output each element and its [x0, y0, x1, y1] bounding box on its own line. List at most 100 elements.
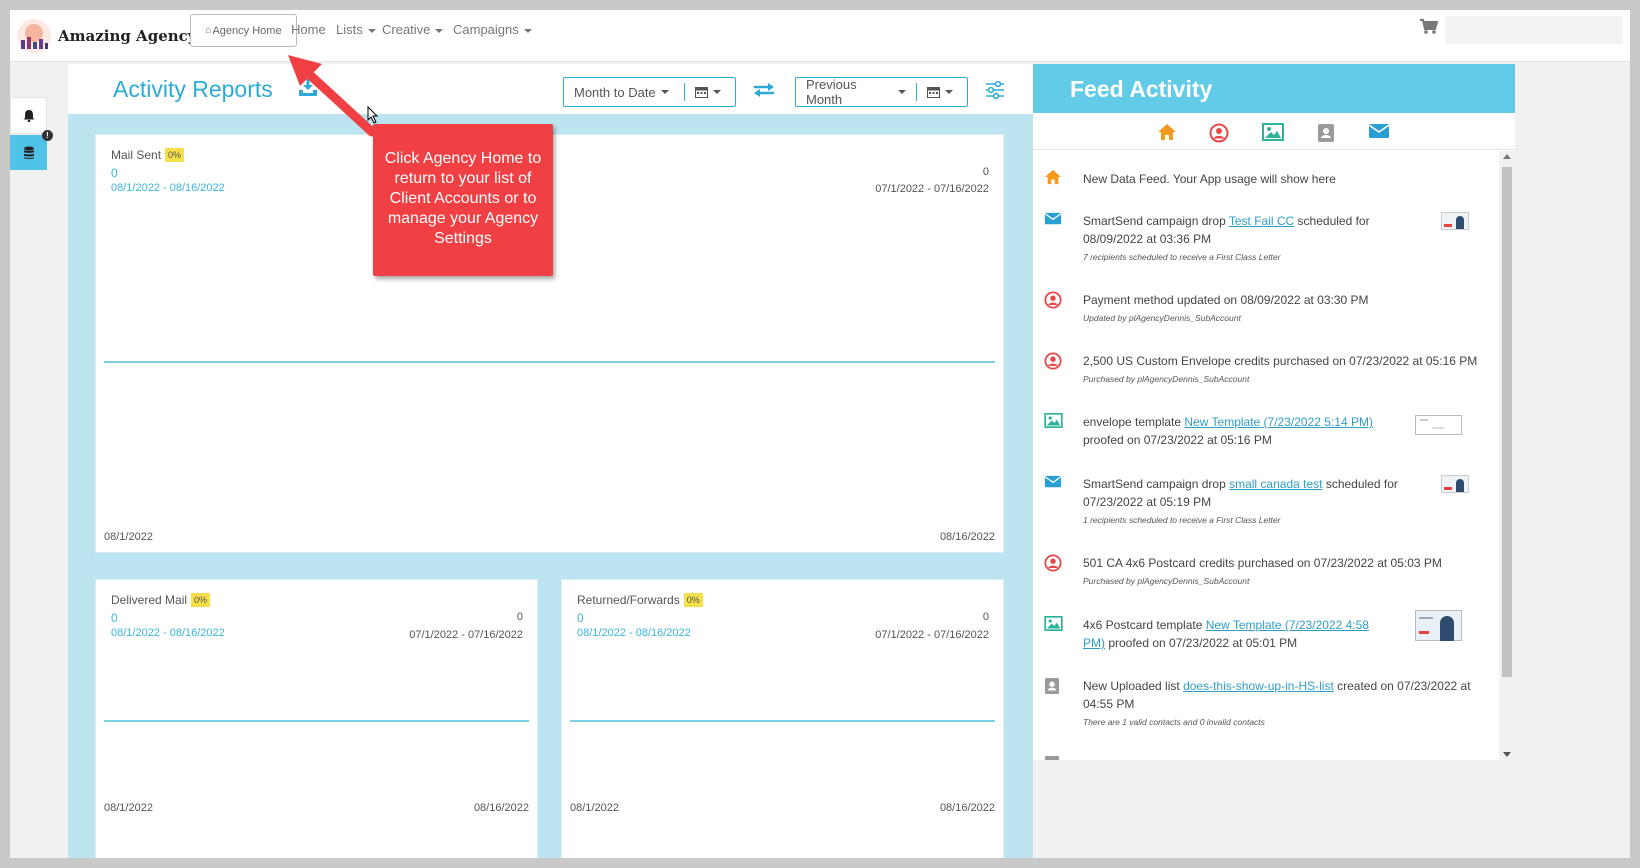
bell-icon [23, 110, 34, 122]
feed-text: SmartSend campaign drop small canada tes… [1083, 475, 1428, 527]
home-icon[interactable] [1157, 123, 1177, 146]
chevron-down-icon [898, 90, 906, 94]
feed-header: Feed Activity [1033, 64, 1515, 113]
previous-value: 0 [516, 611, 523, 623]
image-icon[interactable] [1262, 123, 1284, 146]
feed-message-suffix: proofed on 07/23/2022 at 05:16 PM [1083, 433, 1272, 447]
feed-text: 4x6 Postcard template New Template (7/23… [1083, 616, 1373, 652]
feed-scrollbar[interactable] [1499, 151, 1515, 760]
postcard-thumbnail[interactable] [1415, 610, 1462, 641]
contact-icon[interactable] [1317, 123, 1335, 148]
card-label: Returned/Forwards 0% [577, 593, 703, 607]
calendar-icon[interactable] [685, 86, 731, 98]
thumbnail-person [1456, 216, 1464, 229]
settings-sliders-icon[interactable] [985, 80, 1005, 104]
calendar-icon[interactable] [917, 86, 963, 98]
feed-subtext: There are 1 valid contacts and 0 invalid… [1083, 717, 1265, 727]
campaign-link[interactable]: small canada test [1229, 477, 1322, 491]
page-title: Activity Reports [113, 76, 273, 102]
envelope-thumbnail[interactable] [1415, 415, 1462, 435]
current-value: 0 [577, 611, 584, 625]
previous-value: 0 [982, 611, 989, 623]
nav-home[interactable]: Home [291, 22, 326, 37]
template-link[interactable]: New Template (7/23/2022 5:14 PM) [1184, 415, 1373, 429]
thumbnail-mark [1432, 427, 1444, 429]
nav-campaigns-label: Campaigns [453, 22, 519, 37]
feed-title: Feed Activity [1070, 76, 1213, 102]
letter-thumbnail[interactable] [1441, 212, 1469, 230]
letter-thumbnail[interactable] [1441, 475, 1469, 493]
thumbnail-mark [1420, 419, 1428, 421]
axis-end-label: 08/16/2022 [939, 802, 995, 814]
percent-badge: 0% [165, 148, 185, 162]
nav-lists-label: Lists [336, 22, 363, 37]
feed-message: 4x6 Postcard template [1083, 618, 1206, 632]
nav-creative[interactable]: Creative [382, 22, 444, 37]
contact-icon [1044, 755, 1060, 760]
brand[interactable]: Amazing Agency [16, 18, 197, 54]
thumbnail-person [1456, 479, 1464, 492]
feed-subtext: 1 recipients scheduled to receive a Firs… [1083, 515, 1281, 525]
axis-start-label: 08/1/2022 [570, 802, 619, 814]
feed-subtext: Purchased by plAgencyDennis_SubAccount [1083, 576, 1250, 586]
compare-period-label: Previous Month [796, 77, 916, 107]
feed-message: SmartSend campaign drop [1083, 214, 1229, 228]
axis-end-label: 08/16/2022 [473, 802, 529, 814]
compare-period-value: Previous Month [806, 77, 857, 107]
notifications-button[interactable] [10, 97, 47, 134]
axis-start-label: 08/1/2022 [104, 802, 153, 814]
compare-period-select[interactable]: Previous Month [795, 77, 968, 107]
feed-text: SmartSend campaign drop Test Fail CC sch… [1083, 212, 1428, 264]
top-navbar: Amazing Agency ⌂ Agency Home Home Lists … [10, 10, 1630, 62]
feed-message: envelope template [1083, 415, 1185, 429]
nav-lists[interactable]: Lists [336, 22, 376, 37]
thumbnail-mark [1444, 224, 1452, 227]
agency-home-button[interactable]: ⌂ Agency Home [190, 14, 297, 47]
alert-badge: ! [42, 130, 53, 141]
scroll-down-arrow[interactable] [1503, 752, 1511, 757]
card-title: Returned/Forwards [577, 593, 680, 607]
brand-name: Amazing Agency [58, 27, 197, 45]
feed-message: SmartSend campaign drop [1083, 477, 1230, 491]
feed-text: 2,500 US Custom Envelope credits purchas… [1083, 352, 1488, 386]
current-period-value: Month to Date [574, 84, 656, 100]
compare-swap-icon[interactable] [753, 82, 775, 103]
tutorial-callout: Click Agency Home to return to your list… [373, 124, 553, 276]
list-link[interactable]: does-this-show-up-in-HS-list [1183, 679, 1334, 693]
thumbnail-person [1440, 616, 1454, 641]
user-icon[interactable] [1209, 123, 1229, 148]
current-value: 0 [111, 611, 118, 625]
cart-icon[interactable] [1420, 19, 1439, 40]
chevron-down-icon [713, 90, 721, 94]
envelope-icon[interactable] [1368, 123, 1390, 144]
user-menu[interactable] [1445, 16, 1623, 44]
scroll-thumb[interactable] [1502, 167, 1512, 677]
chevron-down-icon [523, 28, 532, 33]
nav-campaigns[interactable]: Campaigns [453, 22, 532, 37]
data-button[interactable] [10, 135, 47, 170]
nav-creative-label: Creative [382, 22, 431, 37]
chevron-down-icon [367, 28, 376, 33]
feed-text: New Uploaded list does-this-show-up-in-H… [1083, 677, 1488, 729]
scroll-up-arrow[interactable] [1503, 154, 1511, 159]
feed-subtext: Purchased by plAgencyDennis_SubAccount [1083, 374, 1250, 384]
feed-filter-bar [1033, 114, 1515, 150]
previous-range: 07/1/2022 - 07/16/2022 [875, 629, 989, 641]
current-value: 0 [111, 166, 118, 180]
current-period-select[interactable]: Month to Date [563, 77, 736, 107]
user-icon [1044, 291, 1062, 314]
feed-message: 2,500 US Custom Envelope credits purchas… [1083, 354, 1478, 368]
card-title: Mail Sent [111, 148, 162, 162]
feed-text: New Data Feed. Your App usage will show … [1083, 170, 1488, 188]
feed-text: envelope template New Template (7/23/202… [1083, 413, 1373, 449]
feed-message: New Data Feed. Your App usage will show … [1083, 172, 1336, 186]
agency-home-label: Agency Home [212, 24, 282, 37]
user-icon [1044, 554, 1062, 577]
feed-subtext: Updated by plAgencyDennis_SubAccount [1083, 313, 1241, 323]
campaign-link[interactable]: Test Fail CC [1229, 214, 1294, 228]
delivered-mail-card: Delivered Mail 0% 0 08/1/2022 - 08/16/202… [95, 579, 538, 858]
previous-range: 07/1/2022 - 07/16/2022 [875, 183, 989, 195]
thumbnail-mark [1419, 617, 1433, 619]
chart-line [104, 720, 529, 722]
chevron-down-icon [945, 90, 953, 94]
